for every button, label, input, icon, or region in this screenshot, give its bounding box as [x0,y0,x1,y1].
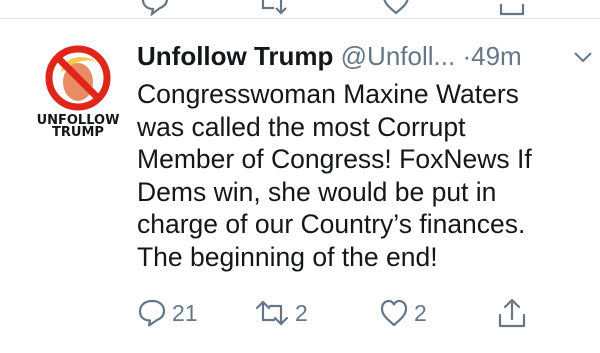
like-button[interactable]: 2 [379,293,427,333]
retweet-icon [255,300,289,326]
timestamp[interactable]: 49m [471,41,522,71]
share-icon[interactable] [498,0,526,16]
retweet-button[interactable]: 2 [254,293,308,333]
separator: · [462,41,472,71]
tweet-divider [0,18,600,19]
share-icon [498,298,526,328]
share-button[interactable] [497,293,527,333]
chevron-down-icon[interactable] [573,50,593,64]
tweet-text: Congresswoman Maxine Waters was called t… [137,79,532,272]
avatar[interactable]: UNFOLLOW TRUMP [30,40,126,140]
like-icon [380,299,408,327]
like-icon[interactable] [381,0,411,16]
previous-tweet-actions [0,0,600,16]
author-name[interactable]: Unfollow Trump [137,41,333,71]
like-count: 2 [414,299,427,326]
tweet-actions: 21 2 2 [0,293,600,333]
reply-count: 21 [172,299,198,326]
author-handle[interactable]: @Unfoll... [341,41,456,71]
reply-icon[interactable] [140,0,170,16]
retweet-count: 2 [295,299,308,326]
reply-icon [138,299,166,327]
retweet-icon[interactable] [254,0,290,16]
avatar-text-trump: TRUMP [52,125,104,140]
reply-button[interactable]: 21 [137,293,198,333]
tweet-header: Unfollow Trump @Unfoll... ·49m [137,38,522,74]
